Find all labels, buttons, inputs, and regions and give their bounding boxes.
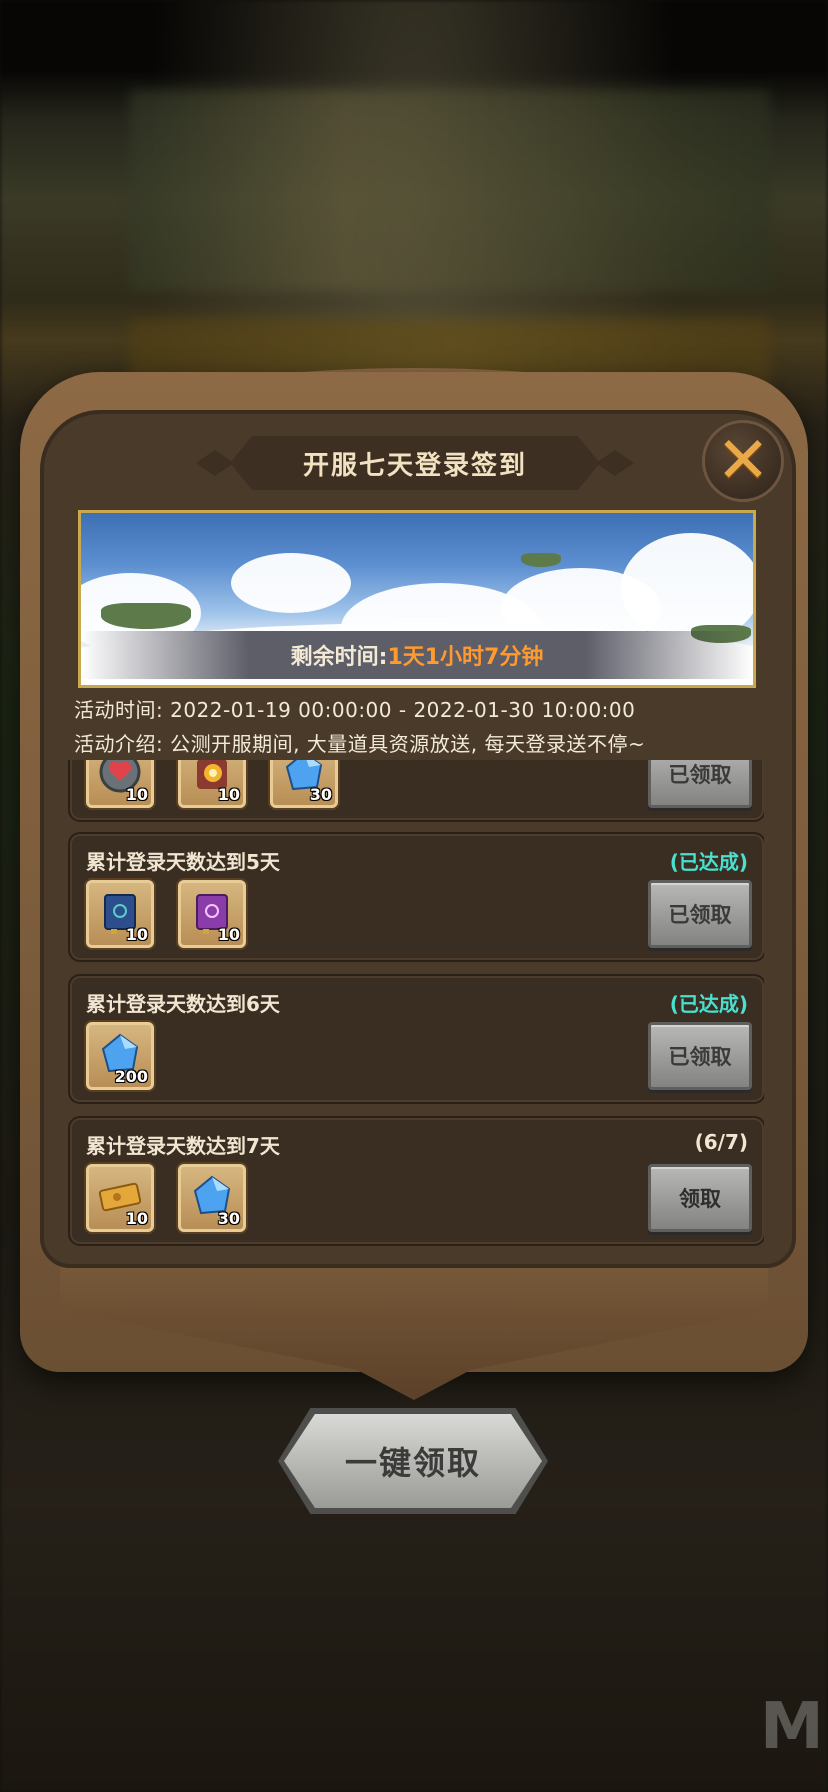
remaining-time-value: 1天1小时7分钟 xyxy=(387,645,544,670)
title-banner: 开服七天登录签到 xyxy=(230,436,600,490)
reward-item[interactable]: 10 xyxy=(86,880,154,948)
reward-row: 10 10 30 已领取 xyxy=(68,760,764,822)
dialog-title: 开服七天登录签到 xyxy=(302,450,527,481)
close-button[interactable]: ✕ xyxy=(702,420,784,502)
item-quantity: 10 xyxy=(217,785,240,804)
reward-status: (已达成) xyxy=(669,992,748,1016)
claim-all-label: 一键领取 xyxy=(344,1444,481,1482)
reward-item[interactable]: 10 xyxy=(86,1164,154,1232)
claimed-button[interactable]: 已领取 xyxy=(648,880,752,948)
reward-condition: 累计登录天数达到5天 xyxy=(86,850,280,874)
close-icon: ✕ xyxy=(716,424,770,498)
item-quantity: 200 xyxy=(114,1067,148,1086)
reward-status: (已达成) xyxy=(669,850,748,874)
reward-items: 10 10 30 xyxy=(86,760,338,808)
reward-row: 累计登录天数达到5天 (已达成) 10 10 已领取 xyxy=(68,832,764,962)
reward-list[interactable]: 10 10 30 已领取 累计登录天数达到5天 (已达成) 10 10 已领取 … xyxy=(68,760,764,1246)
reward-items: 10 10 xyxy=(86,880,246,948)
item-quantity: 10 xyxy=(217,925,240,944)
reward-condition: 累计登录天数达到7天 xyxy=(86,1134,280,1158)
claim-all-button[interactable]: 一键领取 xyxy=(284,1414,542,1508)
reward-progress: (6/7) xyxy=(694,1130,748,1154)
reward-item[interactable]: 10 xyxy=(86,760,154,808)
cloud-shape xyxy=(231,553,351,613)
item-quantity: 10 xyxy=(125,925,148,944)
event-banner-image: 剩余时间: 1天1小时7分钟 xyxy=(78,510,756,688)
item-quantity: 30 xyxy=(217,1209,240,1228)
item-quantity: 10 xyxy=(125,1209,148,1228)
reward-item[interactable]: 200 xyxy=(86,1022,154,1090)
floating-island xyxy=(101,603,191,629)
reward-condition: 累计登录天数达到6天 xyxy=(86,992,280,1016)
reward-row: 累计登录天数达到7天 (6/7) 10 30 领取 xyxy=(68,1116,764,1246)
item-quantity: 30 xyxy=(309,785,332,804)
claim-button[interactable]: 领取 xyxy=(648,1164,752,1232)
floating-island xyxy=(521,553,561,567)
item-quantity: 10 xyxy=(125,785,148,804)
remaining-time-bar: 剩余时间: 1天1小时7分钟 xyxy=(81,631,753,679)
reward-item[interactable]: 10 xyxy=(178,880,246,948)
claimed-button[interactable]: 已领取 xyxy=(648,760,752,808)
activity-time: 活动时间: 2022-01-19 00:00:00 - 2022-01-30 1… xyxy=(74,698,636,722)
reward-items: 10 30 xyxy=(86,1164,246,1232)
reward-item[interactable]: 10 xyxy=(178,760,246,808)
corner-logo-icon: M xyxy=(760,1690,824,1764)
activity-intro: 活动介绍: 公测开服期间, 大量道具资源放送, 每天登录送不停~ xyxy=(74,732,646,756)
reward-items: 200 xyxy=(86,1022,154,1090)
remaining-time-label: 剩余时间: xyxy=(290,645,388,670)
reward-item[interactable]: 30 xyxy=(270,760,338,808)
reward-item[interactable]: 30 xyxy=(178,1164,246,1232)
claimed-button[interactable]: 已领取 xyxy=(648,1022,752,1090)
reward-row: 累计登录天数达到6天 (已达成) 200 已领取 xyxy=(68,974,764,1104)
